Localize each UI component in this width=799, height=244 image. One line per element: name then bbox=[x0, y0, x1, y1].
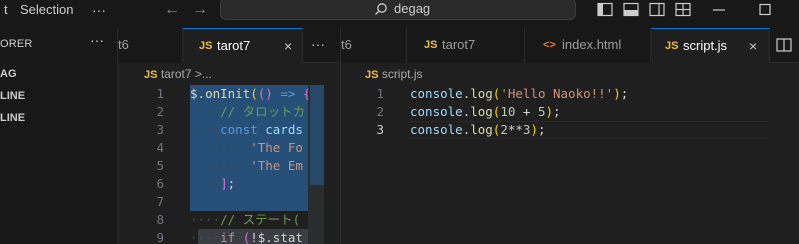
javascript-file-icon: JS bbox=[424, 39, 438, 51]
sidebar-section-timeline[interactable]: LINE bbox=[0, 112, 25, 124]
toggle-primary-sidebar-icon[interactable] bbox=[596, 2, 614, 18]
javascript-file-icon: JS bbox=[365, 69, 379, 81]
line-number-current: 3 bbox=[376, 122, 384, 137]
tab-label: tarot7 bbox=[217, 38, 251, 53]
tab-label: index.html bbox=[562, 37, 622, 52]
javascript-file-icon: JS bbox=[665, 40, 679, 52]
sidebar-section-outline[interactable]: LINE bbox=[0, 90, 25, 102]
line-number: 8 bbox=[156, 212, 164, 227]
code-line: ····// タロットカ bbox=[190, 104, 306, 119]
tab-script-js-active[interactable]: JS script.js × bbox=[651, 28, 770, 63]
line-number: 2 bbox=[376, 104, 384, 119]
customize-layout-icon[interactable] bbox=[674, 2, 692, 18]
tab-label: tarot7 bbox=[442, 37, 476, 52]
code-line: ········'The Em bbox=[190, 158, 303, 173]
line-number: 9 bbox=[156, 230, 164, 244]
close-icon[interactable]: × bbox=[284, 29, 292, 63]
title-bar: t Selection ··· ← → degag bbox=[0, 0, 799, 28]
code-line: ····]; bbox=[190, 176, 236, 191]
code-line: $.onInit(() => { bbox=[190, 86, 311, 101]
search-icon bbox=[375, 3, 387, 15]
tab-tarot7[interactable]: JS tarot7 bbox=[407, 28, 525, 63]
back-arrow-icon[interactable]: ← bbox=[164, 0, 180, 20]
breadcrumb: JS tarot7 >... bbox=[144, 64, 212, 84]
code-line: console.log(10 + 5); bbox=[410, 104, 561, 119]
search-text: degag bbox=[394, 1, 431, 16]
line-number: 5 bbox=[156, 158, 164, 173]
code-line: console.log(2**3); bbox=[410, 122, 546, 137]
menu-selection[interactable]: Selection bbox=[20, 0, 73, 20]
javascript-file-icon: JS bbox=[144, 69, 158, 81]
tab-label: script.js bbox=[683, 38, 728, 53]
code-line: ····// ステート( bbox=[190, 212, 301, 227]
maximize-icon[interactable] bbox=[756, 2, 774, 18]
breadcrumb-file[interactable]: script.js bbox=[382, 67, 423, 81]
code-line: ····const cards bbox=[190, 122, 303, 137]
explorer-sidebar: ORER ··· AG LINE LINE bbox=[0, 28, 118, 244]
code-editor-right[interactable]: console.log('Hello Naoko!!'); console.lo… bbox=[410, 85, 799, 244]
tab-t6[interactable]: t6 bbox=[341, 28, 407, 63]
explorer-header: ORER bbox=[0, 38, 33, 50]
html-file-icon: <> bbox=[543, 39, 556, 51]
tab-label: t6 bbox=[341, 37, 352, 52]
toggle-secondary-sidebar-icon[interactable] bbox=[648, 2, 666, 18]
javascript-file-icon: JS bbox=[199, 40, 213, 52]
editor-group-left: t6 JS tarot7 × ··· JS tarot7 >... 1 2 3 … bbox=[118, 28, 340, 244]
line-number: 1 bbox=[376, 86, 384, 101]
editor-group-right: t6 JS tarot7 <> index.html JS script.js … bbox=[340, 28, 799, 244]
close-icon[interactable]: × bbox=[749, 29, 757, 63]
minimize-icon[interactable] bbox=[710, 2, 728, 18]
breadcrumb-tail[interactable]: ... bbox=[202, 67, 212, 81]
minimap[interactable] bbox=[308, 85, 324, 244]
menu-more-button[interactable]: ··· bbox=[92, 0, 106, 20]
tab-index-html[interactable]: <> index.html bbox=[525, 28, 651, 63]
command-center-search[interactable]: degag bbox=[220, 0, 576, 20]
editor-actions-more-button[interactable]: ··· bbox=[311, 28, 325, 60]
tab-bar-left: t6 JS tarot7 × ··· bbox=[118, 28, 340, 63]
tab-label: t6 bbox=[118, 37, 129, 52]
code-line: console.log('Hello Naoko!!'); bbox=[410, 86, 629, 101]
line-number: 6 bbox=[156, 176, 164, 191]
tab-tarot7-active[interactable]: JS tarot7 × bbox=[183, 28, 303, 63]
line-number: 4 bbox=[156, 140, 164, 155]
menu-partial-item[interactable]: t bbox=[4, 0, 8, 20]
toggle-panel-icon[interactable] bbox=[622, 2, 640, 18]
line-number: 3 bbox=[156, 122, 164, 137]
breadcrumb-file[interactable]: tarot7 bbox=[161, 67, 192, 81]
line-number: 7 bbox=[156, 194, 164, 209]
split-editor-icon[interactable] bbox=[776, 38, 792, 52]
tab-bar-right: t6 JS tarot7 <> index.html JS script.js … bbox=[341, 28, 799, 63]
minimap-slider[interactable] bbox=[310, 85, 324, 185]
line-number: 2 bbox=[156, 104, 164, 119]
code-line: ········'The Fo bbox=[190, 140, 303, 155]
sidebar-section-1[interactable]: AG bbox=[0, 68, 17, 80]
code-line: ····if (!$.stat bbox=[190, 230, 303, 244]
explorer-more-button[interactable]: ··· bbox=[90, 32, 104, 48]
tab-t6-left[interactable]: t6 bbox=[118, 28, 183, 63]
forward-arrow-icon[interactable]: → bbox=[192, 0, 208, 20]
breadcrumb: JS script.js bbox=[365, 64, 422, 84]
line-number: 1 bbox=[156, 86, 164, 101]
breadcrumb-separator: > bbox=[194, 67, 202, 81]
